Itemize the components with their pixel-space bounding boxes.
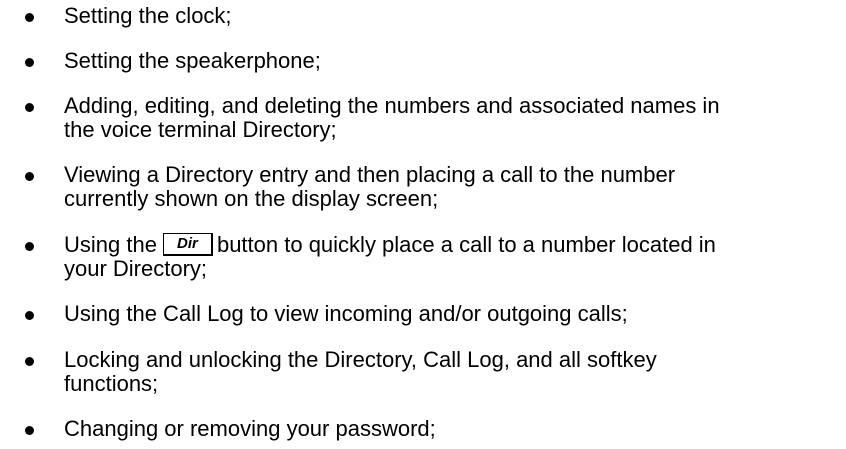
- bullet-icon: [25, 172, 34, 181]
- bullet-icon: [25, 242, 34, 251]
- list-item-text: Setting the clock;: [64, 4, 834, 28]
- list-item-line: functions;: [64, 371, 159, 396]
- bullet-icon: [25, 426, 34, 435]
- list-item-text: Using the Call Log to view incoming and/…: [64, 302, 834, 326]
- bullet-icon: [25, 58, 34, 67]
- list-item-line: Adding, editing, and deleting the number…: [64, 93, 720, 118]
- list-item-line: currently shown on the display screen;: [64, 186, 439, 211]
- dir-button-key: Dir: [162, 232, 213, 256]
- list-item-text: Using the Dir button to quickly place a ca…: [64, 233, 834, 281]
- list-item-line: Setting the clock;: [64, 3, 232, 28]
- list-item-text-post: button to quickly place a call to a numb…: [216, 232, 716, 257]
- list-item-text: Setting the speakerphone;: [64, 49, 834, 73]
- list-item-text-pre: Using the: [64, 232, 157, 257]
- list-item-line: Using the Call Log to view incoming and/…: [64, 301, 628, 326]
- list-item-line: Setting the speakerphone;: [64, 48, 321, 73]
- list-item-text: Viewing a Directory entry and then placi…: [64, 163, 834, 211]
- list-item-line: Locking and unlocking the Directory, Cal…: [64, 347, 657, 372]
- list-item-line: your Directory;: [64, 256, 208, 281]
- bullet-icon: [25, 13, 34, 22]
- list-item-text: Adding, editing, and deleting the number…: [64, 94, 834, 142]
- list-item-line: Using the Dir button to quickly place a ca…: [64, 233, 834, 257]
- bullet-icon: [25, 311, 34, 320]
- list-item-text: Locking and unlocking the Directory, Cal…: [64, 348, 834, 396]
- list-item-line: Changing or removing your password;: [64, 416, 436, 441]
- list-item-line: Viewing a Directory entry and then placi…: [64, 162, 676, 187]
- list-item-text: Changing or removing your password;: [64, 417, 834, 441]
- list-item-line: the voice terminal Directory;: [64, 117, 337, 142]
- bullet-icon: [25, 103, 34, 112]
- bullet-icon: [25, 357, 34, 366]
